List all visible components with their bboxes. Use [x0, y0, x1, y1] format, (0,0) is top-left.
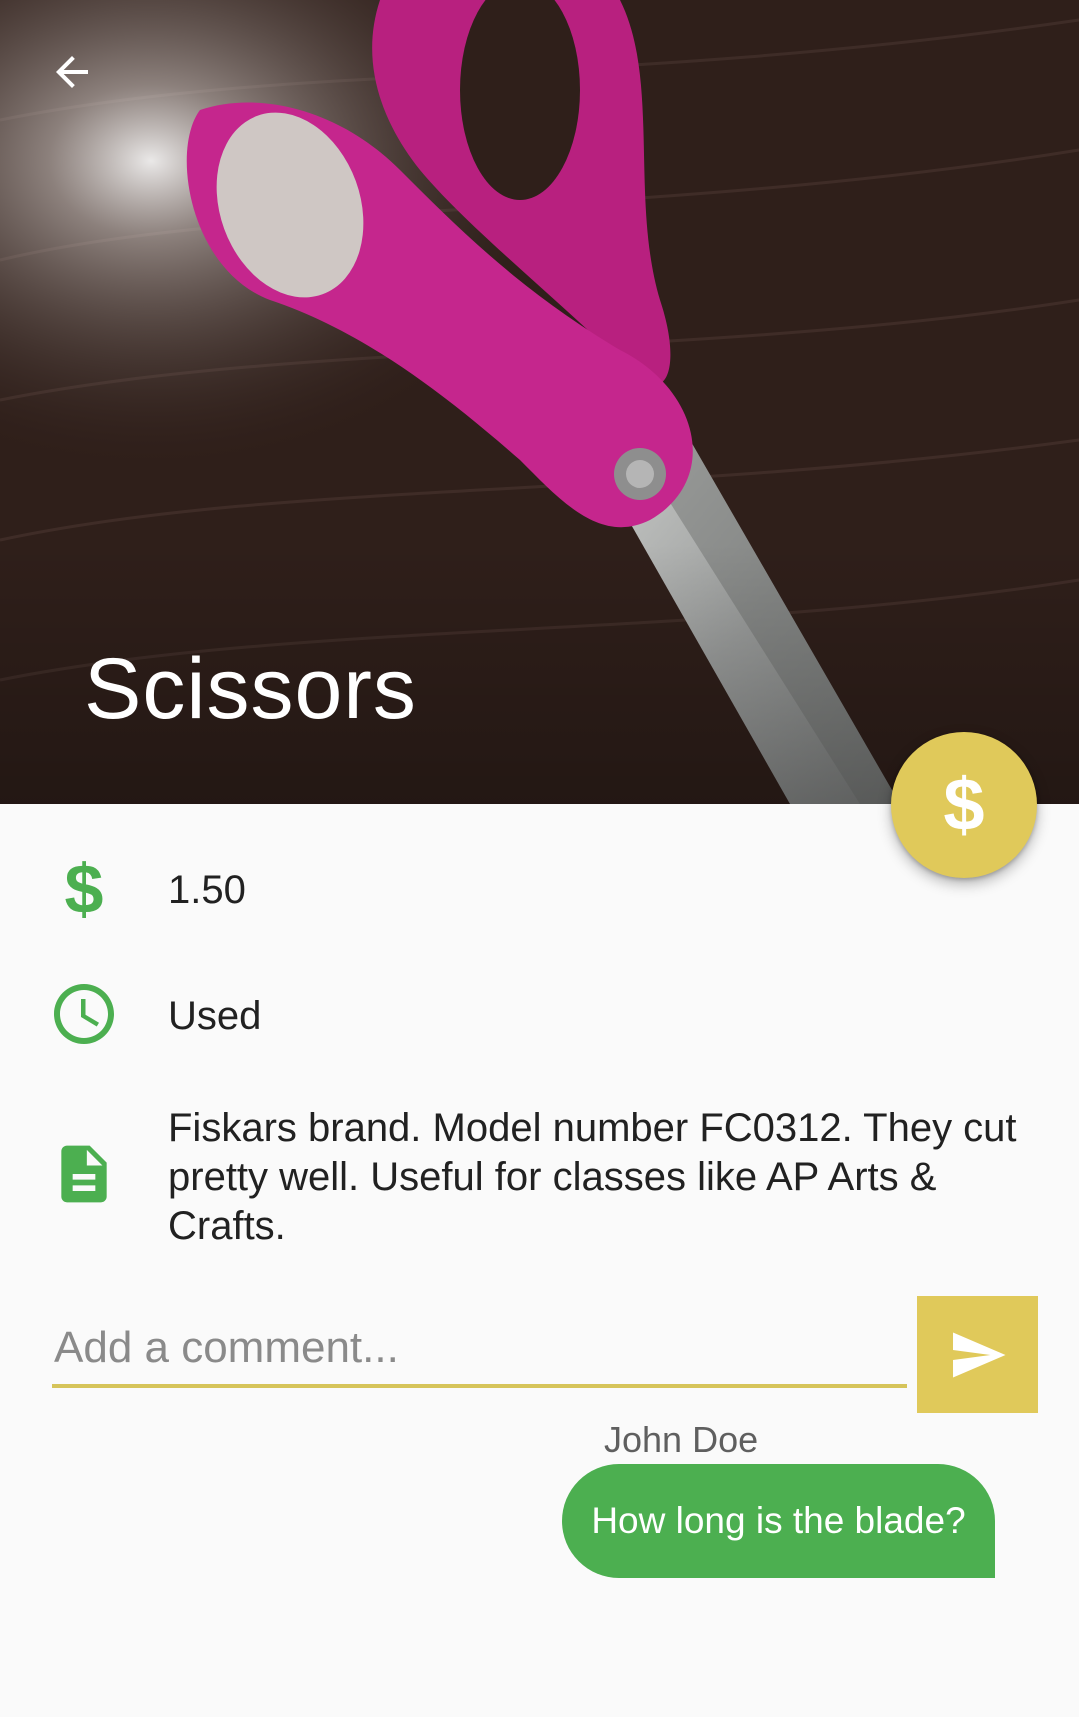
back-button[interactable]: [36, 36, 108, 108]
price-row: $ 1.50: [0, 852, 1079, 928]
send-button[interactable]: [917, 1296, 1038, 1413]
dollar-icon: $: [943, 763, 985, 846]
description-row: Fiskars brand. Model number FC0312. They…: [0, 1104, 1079, 1254]
price-value: 1.50: [168, 868, 246, 912]
comment-input[interactable]: [52, 1320, 907, 1388]
condition-row: Used: [0, 976, 1079, 1056]
item-title: Scissors: [84, 641, 417, 737]
comment-text: How long is the blade?: [591, 1500, 966, 1541]
dollar-icon: $: [64, 850, 104, 928]
arrow-back-icon: [56, 56, 88, 88]
clock-icon: [46, 978, 122, 1050]
comment-author: John Doe: [604, 1419, 759, 1460]
description-text: Fiskars brand. Model number FC0312. They…: [168, 1106, 1017, 1248]
send-icon: [952, 1332, 1005, 1377]
document-icon: [46, 1136, 122, 1212]
condition-value: Used: [168, 994, 262, 1038]
comment-bubble: How long is the blade?: [562, 1464, 995, 1578]
